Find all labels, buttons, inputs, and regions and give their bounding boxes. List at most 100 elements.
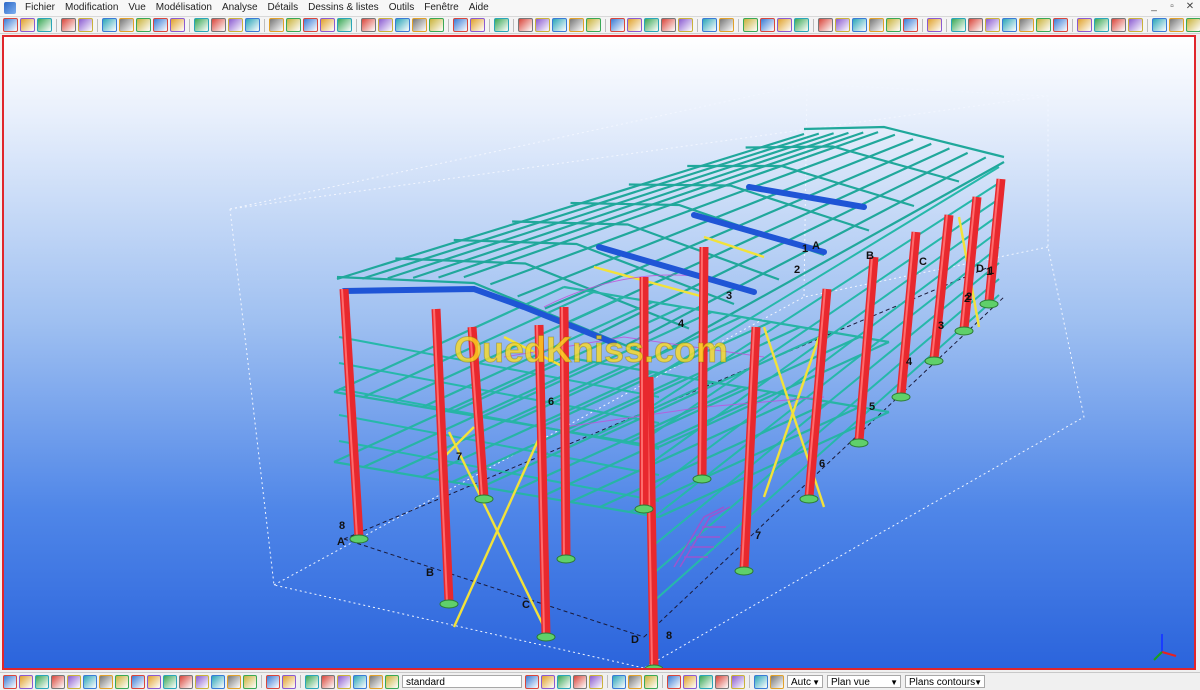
status-tool-icon[interactable] bbox=[557, 674, 571, 689]
status-tool-icon[interactable] bbox=[179, 674, 193, 689]
toolbar-tool-icon[interactable] bbox=[470, 18, 485, 32]
toolbar-tool-icon[interactable] bbox=[269, 18, 284, 32]
toolbar-tool-icon[interactable] bbox=[153, 18, 168, 32]
toolbar-tool-icon[interactable] bbox=[37, 18, 52, 32]
toolbar-tool-icon[interactable] bbox=[777, 18, 792, 32]
toolbar-tool-icon[interactable] bbox=[3, 18, 18, 32]
toolbar-tool-icon[interactable] bbox=[361, 18, 376, 32]
toolbar-tool-icon[interactable] bbox=[627, 18, 642, 32]
toolbar-tool-icon[interactable] bbox=[303, 18, 318, 32]
toolbar-tool-icon[interactable] bbox=[852, 18, 867, 32]
status-tool-icon[interactable] bbox=[369, 674, 383, 689]
menu-dessins-listes[interactable]: Dessins & listes bbox=[303, 0, 384, 16]
toolbar-tool-icon[interactable] bbox=[395, 18, 410, 32]
status-tool-icon[interactable] bbox=[321, 674, 335, 689]
status-tool-icon[interactable] bbox=[163, 674, 177, 689]
toolbar-tool-icon[interactable] bbox=[20, 18, 35, 32]
view-name-select[interactable]: standard bbox=[402, 675, 522, 688]
minimize-button[interactable]: _ bbox=[1148, 1, 1160, 13]
status-tool-icon[interactable] bbox=[754, 674, 768, 689]
status-tool-icon[interactable] bbox=[35, 674, 49, 689]
status-tool-icon[interactable] bbox=[573, 674, 587, 689]
status-tool-icon[interactable] bbox=[353, 674, 367, 689]
toolbar-tool-icon[interactable] bbox=[211, 18, 226, 32]
status-tool-icon[interactable] bbox=[589, 674, 603, 689]
toolbar-tool-icon[interactable] bbox=[412, 18, 427, 32]
toolbar-tool-icon[interactable] bbox=[678, 18, 693, 32]
toolbar-tool-icon[interactable] bbox=[760, 18, 775, 32]
status-tool-icon[interactable] bbox=[99, 674, 113, 689]
toolbar-tool-icon[interactable] bbox=[610, 18, 625, 32]
toolbar-tool-icon[interactable] bbox=[78, 18, 93, 32]
status-tool-icon[interactable] bbox=[541, 674, 555, 689]
model-viewport[interactable]: 8ABCD876543211ABCD1276432 OuedKniss.com bbox=[2, 35, 1196, 670]
status-tool-icon[interactable] bbox=[3, 674, 17, 689]
toolbar-tool-icon[interactable] bbox=[494, 18, 509, 32]
toolbar-tool-icon[interactable] bbox=[320, 18, 335, 32]
toolbar-tool-icon[interactable] bbox=[835, 18, 850, 32]
toolbar-tool-icon[interactable] bbox=[245, 18, 260, 32]
toolbar-tool-icon[interactable] bbox=[569, 18, 584, 32]
toolbar-tool-icon[interactable] bbox=[136, 18, 151, 32]
status-tool-icon[interactable] bbox=[282, 674, 296, 689]
toolbar-tool-icon[interactable] bbox=[869, 18, 884, 32]
status-tool-icon[interactable] bbox=[195, 674, 209, 689]
toolbar-tool-icon[interactable] bbox=[61, 18, 76, 32]
status-tool-icon[interactable] bbox=[715, 674, 729, 689]
toolbar-tool-icon[interactable] bbox=[1128, 18, 1143, 32]
toolbar-tool-icon[interactable] bbox=[927, 18, 942, 32]
status-tool-icon[interactable] bbox=[337, 674, 351, 689]
status-tool-icon[interactable] bbox=[115, 674, 129, 689]
toolbar-tool-icon[interactable] bbox=[378, 18, 393, 32]
status-tool-icon[interactable] bbox=[19, 674, 33, 689]
status-tool-icon[interactable] bbox=[83, 674, 97, 689]
toolbar-tool-icon[interactable] bbox=[1152, 18, 1167, 32]
toolbar-tool-icon[interactable] bbox=[586, 18, 601, 32]
status-tool-icon[interactable] bbox=[770, 674, 784, 689]
toolbar-tool-icon[interactable] bbox=[719, 18, 734, 32]
close-button[interactable]: ✕ bbox=[1184, 1, 1196, 13]
toolbar-tool-icon[interactable] bbox=[644, 18, 659, 32]
status-tool-icon[interactable] bbox=[525, 674, 539, 689]
toolbar-tool-icon[interactable] bbox=[119, 18, 134, 32]
menu-details[interactable]: Détails bbox=[263, 0, 304, 16]
toolbar-tool-icon[interactable] bbox=[886, 18, 901, 32]
toolbar-tool-icon[interactable] bbox=[794, 18, 809, 32]
plane-select[interactable]: Plan vue ▼ bbox=[827, 675, 901, 688]
toolbar-tool-icon[interactable] bbox=[518, 18, 533, 32]
status-tool-icon[interactable] bbox=[628, 674, 642, 689]
status-tool-icon[interactable] bbox=[683, 674, 697, 689]
toolbar-tool-icon[interactable] bbox=[286, 18, 301, 32]
menu-aide[interactable]: Aide bbox=[464, 0, 494, 16]
status-tool-icon[interactable] bbox=[51, 674, 65, 689]
auto-select[interactable]: Autc ▼ bbox=[787, 675, 823, 688]
toolbar-tool-icon[interactable] bbox=[535, 18, 550, 32]
toolbar-tool-icon[interactable] bbox=[1169, 18, 1184, 32]
status-tool-icon[interactable] bbox=[227, 674, 241, 689]
toolbar-tool-icon[interactable] bbox=[903, 18, 918, 32]
toolbar-tool-icon[interactable] bbox=[968, 18, 983, 32]
status-tool-icon[interactable] bbox=[644, 674, 658, 689]
menu-fenetre[interactable]: Fenêtre bbox=[419, 0, 463, 16]
status-tool-icon[interactable] bbox=[385, 674, 399, 689]
status-tool-icon[interactable] bbox=[266, 674, 280, 689]
menu-modelisation[interactable]: Modélisation bbox=[151, 0, 217, 16]
status-tool-icon[interactable] bbox=[211, 674, 225, 689]
toolbar-tool-icon[interactable] bbox=[1036, 18, 1051, 32]
toolbar-tool-icon[interactable] bbox=[552, 18, 567, 32]
status-tool-icon[interactable] bbox=[243, 674, 257, 689]
toolbar-tool-icon[interactable] bbox=[453, 18, 468, 32]
menu-analyse[interactable]: Analyse bbox=[217, 0, 263, 16]
toolbar-tool-icon[interactable] bbox=[1186, 18, 1200, 32]
toolbar-tool-icon[interactable] bbox=[429, 18, 444, 32]
toolbar-tool-icon[interactable] bbox=[102, 18, 117, 32]
status-tool-icon[interactable] bbox=[667, 674, 681, 689]
status-tool-icon[interactable] bbox=[699, 674, 713, 689]
toolbar-tool-icon[interactable] bbox=[1077, 18, 1092, 32]
status-tool-icon[interactable] bbox=[131, 674, 145, 689]
menu-fichier[interactable]: Fichier bbox=[20, 0, 60, 16]
toolbar-tool-icon[interactable] bbox=[1019, 18, 1034, 32]
restore-button[interactable]: ▫ bbox=[1166, 1, 1178, 13]
toolbar-tool-icon[interactable] bbox=[661, 18, 676, 32]
status-tool-icon[interactable] bbox=[731, 674, 745, 689]
